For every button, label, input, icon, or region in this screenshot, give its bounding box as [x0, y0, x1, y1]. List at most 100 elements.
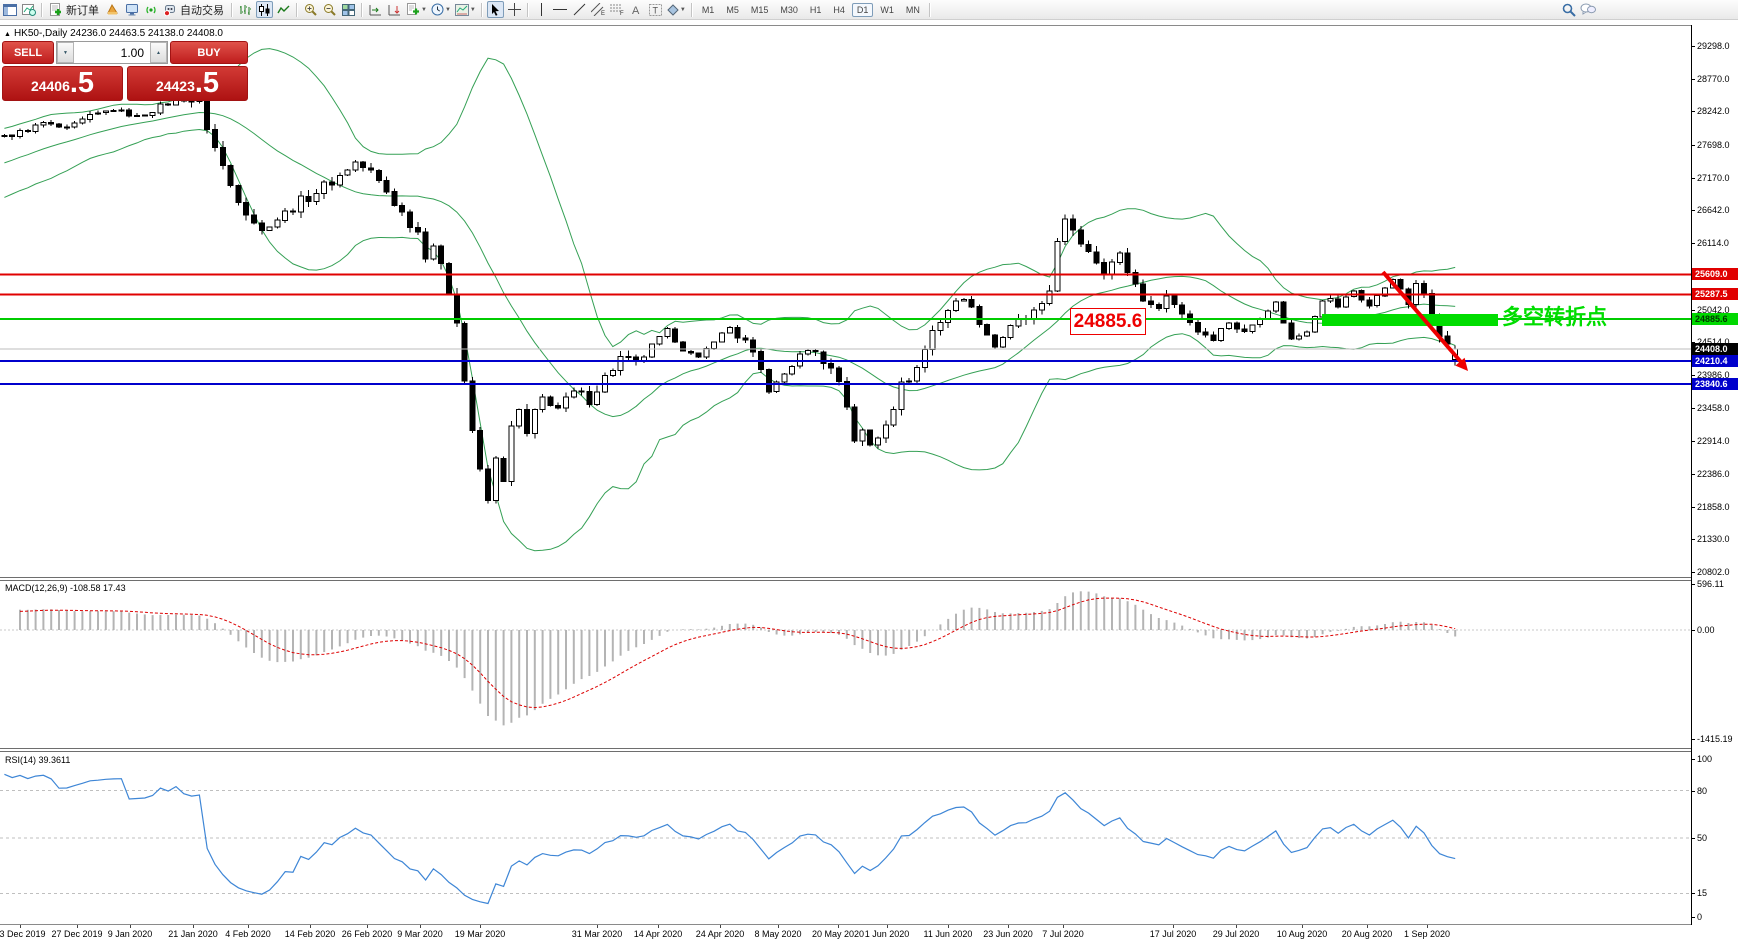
- candle: [734, 324, 741, 343]
- timeframe-button-W1[interactable]: W1: [875, 3, 899, 17]
- channel-tool-button[interactable]: E: [590, 1, 607, 18]
- price-axis-label: 27698.0: [1697, 140, 1730, 150]
- tile-windows-button[interactable]: [340, 1, 357, 18]
- fibonacci-tool-button[interactable]: F: [609, 1, 626, 18]
- buy-price-display[interactable]: 24423.5: [127, 66, 248, 101]
- text-tool-button[interactable]: A: [628, 1, 645, 18]
- timeframe-button-H4[interactable]: H4: [828, 3, 850, 17]
- text-label-tool-button[interactable]: T: [647, 1, 664, 18]
- cursor-tool-button[interactable]: [486, 1, 504, 18]
- candle: [1343, 294, 1349, 308]
- date-axis-tick: [77, 925, 78, 928]
- candle: [391, 188, 398, 207]
- candle: [352, 160, 359, 172]
- zoom-in-icon: [304, 4, 317, 16]
- toolbar-separator: [231, 2, 233, 17]
- signals-icon: [145, 6, 156, 14]
- candle: [477, 427, 484, 472]
- date-axis-label: 31 Mar 2020: [571, 929, 623, 939]
- zoom-out-button[interactable]: [321, 1, 338, 18]
- new-order-label[interactable]: 新订单: [66, 2, 99, 18]
- main-price-chart[interactable]: [0, 25, 1691, 577]
- candle: [1311, 315, 1318, 333]
- timeframe-button-H1[interactable]: H1: [805, 3, 827, 17]
- chat-button[interactable]: [1579, 1, 1597, 18]
- date-axis-label: 8 May 2020: [754, 929, 802, 939]
- text-label-icon: T: [648, 3, 662, 16]
- candle: [1296, 333, 1303, 341]
- layout-panels-button[interactable]: [1, 1, 18, 18]
- line-chart-mode-button[interactable]: [275, 1, 292, 18]
- macd-axis-tick: [1691, 584, 1695, 585]
- pane-separator[interactable]: [0, 748, 1691, 752]
- candle: [719, 331, 725, 343]
- autotrading-button[interactable]: [161, 1, 178, 18]
- candle: [633, 354, 640, 366]
- date-axis-label: 4 Feb 2020: [225, 929, 271, 939]
- timeframe-button-M15[interactable]: M15: [746, 3, 774, 17]
- toolbar-separator: [690, 2, 693, 17]
- bar-chart-mode-button[interactable]: [237, 1, 254, 18]
- fibonacci-icon: F: [609, 4, 624, 16]
- price-axis-tick: [1691, 474, 1695, 475]
- shapes-tool-button[interactable]: ▼: [666, 1, 687, 18]
- buy-price-main: 24423: [155, 78, 195, 94]
- toolbar-separator: [41, 2, 43, 17]
- support-price-callout[interactable]: 24885.6: [1070, 308, 1146, 335]
- candle: [414, 222, 421, 235]
- pivot-zone-rectangle[interactable]: [1322, 314, 1498, 326]
- timeframe-button-M5[interactable]: M5: [721, 3, 744, 17]
- search-button[interactable]: [1560, 1, 1577, 18]
- date-axis-tick: [838, 925, 839, 928]
- volume-decrease-button[interactable]: ▼: [57, 42, 74, 63]
- trendline-tool-button[interactable]: [571, 1, 588, 18]
- volume-increase-button[interactable]: ▲: [150, 42, 167, 63]
- rsi-axis-label: 80: [1697, 786, 1708, 796]
- candle: [929, 325, 936, 356]
- collapse-trade-panel-icon[interactable]: ▲: [4, 31, 11, 38]
- timeframe-button-D1[interactable]: D1: [851, 2, 874, 17]
- horizontal-line-tool-button[interactable]: [552, 1, 569, 18]
- candle: [687, 350, 694, 355]
- macd-signal-line: [19, 597, 1456, 709]
- add-indicator-button[interactable]: ▼: [405, 1, 428, 18]
- candle: [110, 108, 117, 112]
- timeframe-button-M30[interactable]: M30: [775, 3, 803, 17]
- timeframe-button-M1[interactable]: M1: [697, 3, 720, 17]
- market-watch-button[interactable]: [20, 1, 37, 18]
- pivot-zone-text[interactable]: 多空转折点: [1502, 301, 1607, 331]
- tile-windows-icon: [342, 3, 355, 16]
- signals-button[interactable]: [142, 1, 159, 18]
- buy-button[interactable]: BUY: [170, 41, 248, 64]
- date-axis-label: 7 Jul 2020: [1042, 929, 1084, 939]
- candle: [539, 394, 546, 413]
- macd-indicator-pane[interactable]: [0, 582, 1691, 746]
- price-axis-tick: [1691, 441, 1695, 442]
- equidistant-channel-icon: E: [590, 3, 605, 16]
- candle: [555, 402, 562, 410]
- volume-input[interactable]: [74, 42, 150, 63]
- vertical-line-icon: [540, 3, 542, 16]
- timeframe-button-MN[interactable]: MN: [901, 3, 925, 17]
- terminal-button[interactable]: [123, 1, 140, 18]
- vertical-line-tool-button[interactable]: [533, 1, 550, 18]
- sell-price-display[interactable]: 24406.5: [2, 66, 123, 101]
- candle-chart-mode-button[interactable]: [256, 1, 273, 18]
- rsi-indicator-pane[interactable]: [0, 753, 1691, 924]
- candle: [992, 334, 998, 349]
- chart-shift-button[interactable]: [367, 1, 384, 18]
- sell-button[interactable]: SELL: [2, 41, 54, 64]
- zoom-in-button[interactable]: [302, 1, 319, 18]
- crosshair-tool-button[interactable]: [506, 1, 523, 18]
- date-axis-label: 9 Jan 2020: [107, 929, 153, 939]
- pane-separator[interactable]: [0, 577, 1691, 581]
- quotes-book-button[interactable]: [104, 1, 121, 18]
- new-order-button[interactable]: [47, 1, 64, 18]
- auto-scroll-button[interactable]: [386, 1, 403, 18]
- autotrading-label[interactable]: 自动交易: [180, 2, 224, 18]
- date-axis-tick: [480, 925, 481, 928]
- candle: [1171, 293, 1178, 309]
- template-button[interactable]: ▼: [454, 1, 477, 18]
- period-button[interactable]: ▼: [430, 1, 452, 18]
- add-indicator-icon: [407, 3, 419, 15]
